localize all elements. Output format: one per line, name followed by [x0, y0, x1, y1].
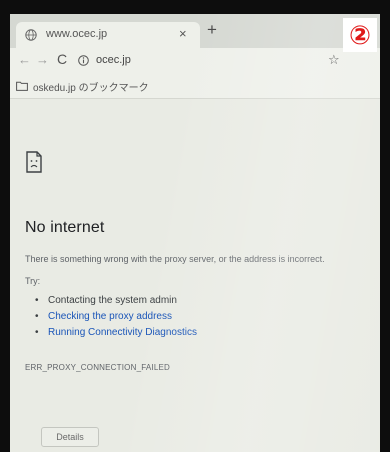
- address-toolbar: ← → C ocec.jp ☆: [10, 48, 380, 74]
- back-arrow-icon[interactable]: ←: [18, 52, 31, 67]
- error-title: No internet: [25, 219, 105, 236]
- try-label: Try:: [25, 276, 41, 286]
- tab-strip: www.ocec.jp × +: [10, 14, 380, 48]
- star-icon[interactable]: ☆: [328, 52, 340, 68]
- suggestion-list: Contacting the system admin Checking the…: [33, 293, 197, 341]
- bookmarks-bar: oskedu.jp のブックマーク: [10, 74, 380, 99]
- bookmark-folder-label[interactable]: oskedu.jp のブックマーク: [33, 79, 149, 94]
- folder-icon: [16, 81, 28, 91]
- error-page: No internet There is something wrong wit…: [10, 99, 380, 452]
- reload-icon[interactable]: C: [57, 51, 67, 67]
- error-code: ERR_PROXY_CONNECTION_FAILED: [25, 363, 170, 372]
- info-icon[interactable]: [78, 55, 89, 66]
- globe-icon: [25, 29, 37, 41]
- suggestion-link-proxy[interactable]: Checking the proxy address: [33, 309, 197, 325]
- tab-title: www.ocec.jp: [46, 28, 108, 40]
- sad-page-icon: [26, 151, 42, 173]
- browser-tab[interactable]: www.ocec.jp ×: [16, 22, 200, 48]
- suggestion-item: Contacting the system admin: [33, 293, 197, 309]
- address-bar-url[interactable]: ocec.jp: [96, 54, 131, 66]
- browser-window: www.ocec.jp × + ← → C ocec.jp ☆ oskedu.j…: [10, 14, 380, 452]
- new-tab-button[interactable]: +: [207, 20, 217, 40]
- tab-close-icon[interactable]: ×: [179, 26, 187, 41]
- error-description: There is something wrong with the proxy …: [25, 254, 325, 264]
- annotation-marker: ②: [343, 18, 377, 52]
- suggestion-link-diagnostics[interactable]: Running Connectivity Diagnostics: [33, 325, 197, 341]
- forward-arrow-icon[interactable]: →: [36, 52, 49, 67]
- details-button[interactable]: Details: [41, 427, 99, 447]
